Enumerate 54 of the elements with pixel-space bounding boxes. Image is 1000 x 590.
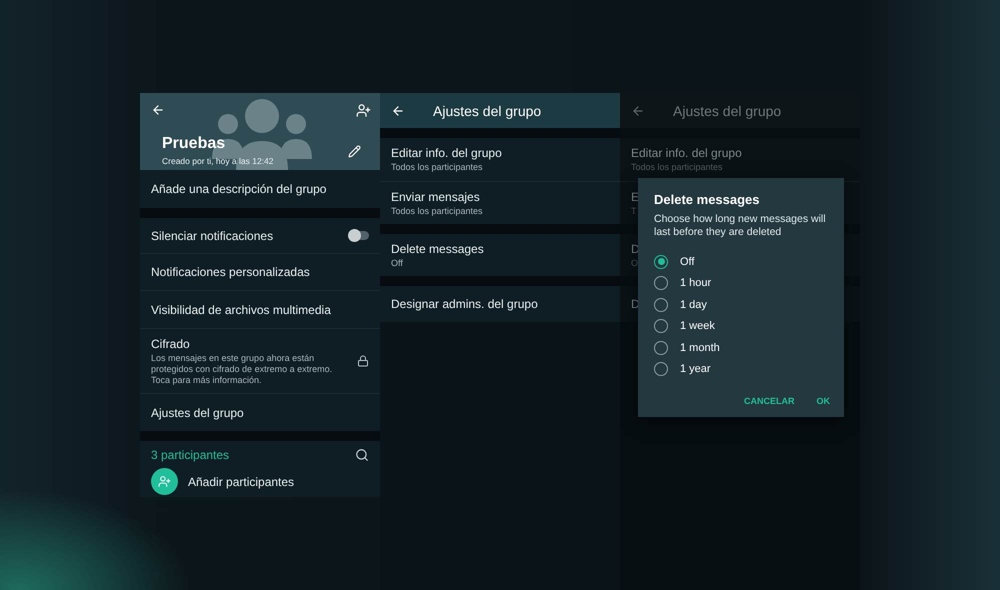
option-label: 1 day	[680, 298, 707, 311]
option-label: Off	[680, 256, 694, 268]
setting-title: Editar info. del grupo	[391, 146, 502, 160]
lock-icon	[357, 355, 369, 367]
setting-title: Enviar mensajes	[391, 190, 480, 204]
item-label: Ajustes del grupo	[151, 406, 244, 420]
settings-item[interactable]: Enviar mensajes Todos los participantes	[380, 182, 620, 224]
setting-title: Designar admins. del grupo	[391, 297, 538, 311]
setting-title: Editar info. del grupo	[631, 146, 742, 160]
item-label: Visibilidad de archivos multimedia	[151, 302, 331, 316]
group-name: Pruebas	[162, 135, 226, 153]
option-label: 1 hour	[680, 277, 712, 290]
radio-button[interactable]	[654, 254, 668, 269]
settings-item[interactable]: Designar admins. del grupo	[380, 286, 620, 322]
radio-button[interactable]	[654, 298, 668, 312]
add-person-icon[interactable]	[356, 103, 371, 118]
group-created-info: Creado por ti, hoy a las 12:42	[162, 156, 274, 166]
option-label: 1 week	[680, 320, 715, 332]
setting-value: T	[631, 206, 636, 216]
screen-title: Ajustes del grupo	[673, 102, 782, 118]
settings-item[interactable]: Editar info. del grupo Todos los participantes	[380, 138, 620, 182]
setting-value: Off	[391, 258, 403, 268]
item-description: Los mensajes en este grupo ahora están protegidos con cifrado de extremo a extremo. Toca para más información.	[151, 352, 334, 386]
setting-value: Todos los participantes	[391, 162, 483, 173]
description-prompt: Añade una descripción del grupo	[151, 182, 326, 196]
item-label: Cifrado	[151, 336, 190, 350]
dialog-button[interactable]: CANCELAR	[740, 394, 798, 408]
back-icon[interactable]	[151, 103, 165, 117]
screen-title: Ajustes del grupo	[433, 102, 542, 118]
setting-value: Todos los participantes	[391, 206, 483, 216]
radio-button[interactable]	[654, 276, 668, 290]
edit-icon[interactable]	[348, 145, 361, 158]
toggle-switch[interactable]	[349, 231, 369, 240]
option-label: 1 year	[680, 363, 711, 376]
setting-title: E	[631, 190, 640, 204]
item-label: Añadir participantes	[188, 474, 294, 488]
option-label: 1 month	[680, 342, 720, 354]
settings-item[interactable]: Delete messages Off	[380, 234, 620, 276]
setting-value: O	[631, 258, 638, 268]
dialog-button[interactable]: OK	[812, 394, 834, 408]
radio-button[interactable]	[654, 319, 668, 334]
dialog-message: Choose how long new messages will last before they are deleted	[654, 213, 827, 239]
search-icon[interactable]	[355, 448, 369, 462]
setting-title: Delete messages	[391, 242, 484, 256]
radio-button[interactable]	[654, 340, 668, 355]
setting-value: Todos los participantes	[631, 162, 723, 173]
participants-count: 3 participantes	[151, 448, 230, 462]
radio-button[interactable]	[654, 362, 668, 376]
item-label: Notificaciones personalizadas	[151, 265, 310, 279]
back-icon[interactable]	[391, 104, 405, 118]
dialog-title: Delete messages	[654, 192, 761, 207]
item-label: Silenciar notificaciones	[151, 228, 274, 242]
add-person-avatar-icon	[151, 468, 178, 495]
settings-item[interactable]: Editar info. del grupo Todos los participantes	[620, 138, 860, 182]
